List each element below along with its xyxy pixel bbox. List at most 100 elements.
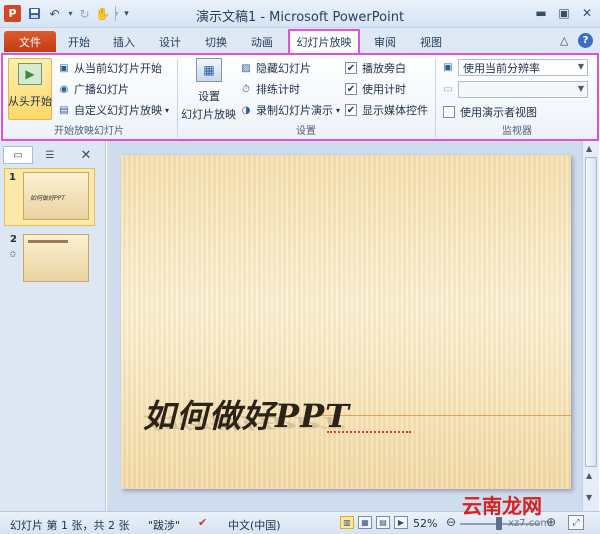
tab-insert[interactable]: 插入 bbox=[104, 30, 144, 53]
group-separator bbox=[177, 59, 178, 137]
record-slideshow-button[interactable]: ◑ 录制幻灯片演示 ▾ bbox=[239, 102, 340, 118]
normal-view-icon[interactable]: ▥ bbox=[340, 516, 354, 529]
use-timings-label: 使用计时 bbox=[362, 83, 406, 96]
title-bar: P ↶ ▾ ↻ ✋ ▾ ▾ 演示文稿1 - Microsoft PowerPoi… bbox=[0, 0, 600, 28]
checkbox-icon bbox=[443, 106, 455, 118]
from-beginning-label: 从头开始 bbox=[8, 95, 52, 108]
custom-slideshow-button[interactable]: ▤ 自定义幻灯片放映 ▾ bbox=[57, 102, 169, 118]
slide-thumbnail-2[interactable] bbox=[23, 234, 89, 282]
help-icon[interactable]: ? bbox=[578, 33, 593, 48]
broadcast-icon: ◉ bbox=[59, 83, 69, 95]
presenter-view-checkbox[interactable]: 使用演示者视图 bbox=[443, 104, 537, 120]
monitor-select[interactable]: ▼ bbox=[458, 81, 588, 98]
scroll-up-icon[interactable]: ▲ bbox=[586, 144, 592, 153]
maximize-button[interactable]: ▣ bbox=[553, 4, 575, 22]
slides-panel: ▭ ☰ ✕ 1 如何做好PPT 2 ✩ bbox=[0, 141, 106, 511]
tab-slideshow[interactable]: 幻灯片放映 bbox=[288, 29, 360, 53]
spellcheck-underline bbox=[327, 430, 411, 433]
minimize-button[interactable]: ▬ bbox=[530, 4, 552, 22]
monitor-icon: ▭ bbox=[443, 83, 453, 95]
play-narration-label: 播放旁白 bbox=[362, 62, 406, 75]
thumbnail-number: 2 bbox=[10, 234, 17, 245]
vertical-scrollbar[interactable]: ▲ ▲ ▼ bbox=[582, 141, 599, 511]
group-label-monitor: 监视器 bbox=[502, 126, 532, 137]
play-narration-checkbox[interactable]: ✔ 播放旁白 bbox=[345, 60, 406, 76]
zoom-in-icon[interactable]: ⊕ bbox=[546, 515, 556, 529]
presenter-view-label: 使用演示者视图 bbox=[460, 106, 537, 119]
status-bar: 幻灯片 第 1 张，共 2 张 "跋涉" ✔ 中文(中国) ▥ ▦ ▤ ▶ 52… bbox=[0, 511, 600, 534]
record-icon: ◑ bbox=[241, 104, 251, 116]
slide-editor[interactable]: 如何做好PPT 如何做好PPT bbox=[121, 155, 571, 489]
scroll-thumb[interactable] bbox=[585, 157, 597, 467]
play-slideshow-icon: ▶ bbox=[18, 63, 42, 85]
tab-file[interactable]: 文件 bbox=[4, 31, 56, 52]
from-current-slide-button[interactable]: ▣ 从当前幻灯片开始 bbox=[57, 60, 162, 76]
chevron-down-icon: ▼ bbox=[577, 62, 584, 71]
tab-view[interactable]: 视图 bbox=[412, 30, 450, 53]
hide-slide-button[interactable]: ▨ 隐藏幻灯片 bbox=[239, 60, 311, 76]
tab-transitions[interactable]: 切换 bbox=[196, 30, 236, 53]
resolution-select[interactable]: 使用当前分辨率 ▼ bbox=[458, 59, 588, 76]
broadcast-label: 广播幻灯片 bbox=[74, 83, 129, 96]
thumbnail-number: 1 bbox=[9, 172, 16, 183]
thumbnail-title: 如何做好PPT bbox=[30, 195, 65, 202]
rehearse-timings-label: 排练计时 bbox=[256, 83, 300, 96]
show-media-controls-label: 显示媒体控件 bbox=[362, 104, 428, 117]
slide-thumbnail-1[interactable]: 1 如何做好PPT bbox=[4, 168, 95, 226]
from-current-slide-label: 从当前幻灯片开始 bbox=[74, 62, 162, 75]
outline-tab-icon[interactable]: ☰ bbox=[35, 146, 65, 164]
checkbox-icon: ✔ bbox=[345, 62, 357, 74]
show-media-controls-checkbox[interactable]: ✔ 显示媒体控件 bbox=[345, 102, 428, 118]
chevron-down-icon: ▾ bbox=[336, 105, 341, 115]
group-label-setup: 设置 bbox=[296, 126, 316, 137]
close-button[interactable]: ✕ bbox=[576, 4, 598, 22]
group-label-start: 开始放映幻灯片 bbox=[54, 126, 124, 137]
tab-home[interactable]: 开始 bbox=[60, 30, 98, 53]
checkbox-icon: ✔ bbox=[345, 104, 357, 116]
tab-animations[interactable]: 动画 bbox=[242, 30, 282, 53]
tab-review[interactable]: 审阅 bbox=[366, 30, 404, 53]
hide-slide-icon: ▨ bbox=[241, 62, 251, 74]
rehearse-timings-button[interactable]: ⏱ 排练计时 bbox=[239, 81, 300, 97]
previous-slide-icon[interactable]: ▲ bbox=[586, 471, 592, 480]
window-title: 演示文稿1 - Microsoft PowerPoint bbox=[195, 10, 405, 25]
slides-tab-icon[interactable]: ▭ bbox=[3, 146, 33, 164]
resolution-icon: ▣ bbox=[443, 61, 453, 73]
use-timings-checkbox[interactable]: ✔ 使用计时 bbox=[345, 81, 406, 97]
panel-tabs: ▭ ☰ ✕ bbox=[0, 145, 106, 165]
close-icon[interactable]: ✕ bbox=[78, 146, 94, 164]
slideshow-view-icon[interactable]: ▶ bbox=[394, 516, 408, 529]
setup-slideshow-button[interactable]: ▦ 设置 幻灯片放映 bbox=[181, 58, 236, 121]
from-beginning-button[interactable]: ▶ 从头开始 bbox=[8, 58, 52, 120]
setup-label-line1: 设置 bbox=[198, 90, 220, 103]
slide-sorter-icon[interactable]: ▦ bbox=[358, 516, 372, 529]
minimize-ribbon-icon[interactable]: △ bbox=[560, 34, 568, 47]
chevron-down-icon: ▾ bbox=[165, 105, 170, 115]
zoom-level[interactable]: 52% bbox=[413, 517, 437, 530]
fit-to-window-icon[interactable]: ⤢ bbox=[568, 515, 584, 530]
checkbox-icon: ✔ bbox=[345, 83, 357, 95]
language-status[interactable]: 中文(中国) bbox=[228, 517, 281, 533]
thumbnail-title-bar bbox=[28, 240, 68, 243]
slide-canvas-area: 如何做好PPT 如何做好PPT bbox=[107, 141, 582, 511]
next-slide-icon[interactable]: ▼ bbox=[586, 493, 592, 502]
ribbon-tab-row: 文件 开始 插入 设计 切换 动画 幻灯片放映 审阅 视图 △ ? bbox=[0, 28, 600, 53]
broadcast-slideshow-button[interactable]: ◉ 广播幻灯片 bbox=[57, 81, 129, 97]
hide-slide-label: 隐藏幻灯片 bbox=[256, 62, 311, 75]
zoom-slider-thumb[interactable] bbox=[495, 517, 502, 530]
theme-name-status[interactable]: "跋涉" bbox=[148, 517, 180, 533]
group-separator bbox=[435, 59, 436, 137]
zoom-out-icon[interactable]: ⊖ bbox=[446, 515, 456, 529]
reading-view-icon[interactable]: ▤ bbox=[376, 516, 390, 529]
ribbon-slideshow-panel: ▶ 从头开始 ▣ 从当前幻灯片开始 ◉ 广播幻灯片 ▤ 自定义幻灯片放映 ▾ 开… bbox=[1, 53, 599, 141]
thumbnail-image: 如何做好PPT bbox=[23, 172, 89, 220]
spellcheck-icon[interactable]: ✔ bbox=[198, 516, 207, 529]
slide-count-status: 幻灯片 第 1 张，共 2 张 bbox=[10, 519, 130, 532]
tab-design[interactable]: 设计 bbox=[150, 30, 190, 53]
custom-slideshow-icon: ▤ bbox=[59, 104, 69, 116]
resolution-value: 使用当前分辨率 bbox=[463, 61, 540, 75]
chevron-down-icon: ▼ bbox=[577, 84, 584, 93]
custom-slideshow-label: 自定义幻灯片放映 bbox=[74, 104, 162, 117]
setup-label-line2: 幻灯片放映 bbox=[181, 108, 236, 121]
slide-play-icon: ▣ bbox=[59, 62, 69, 74]
